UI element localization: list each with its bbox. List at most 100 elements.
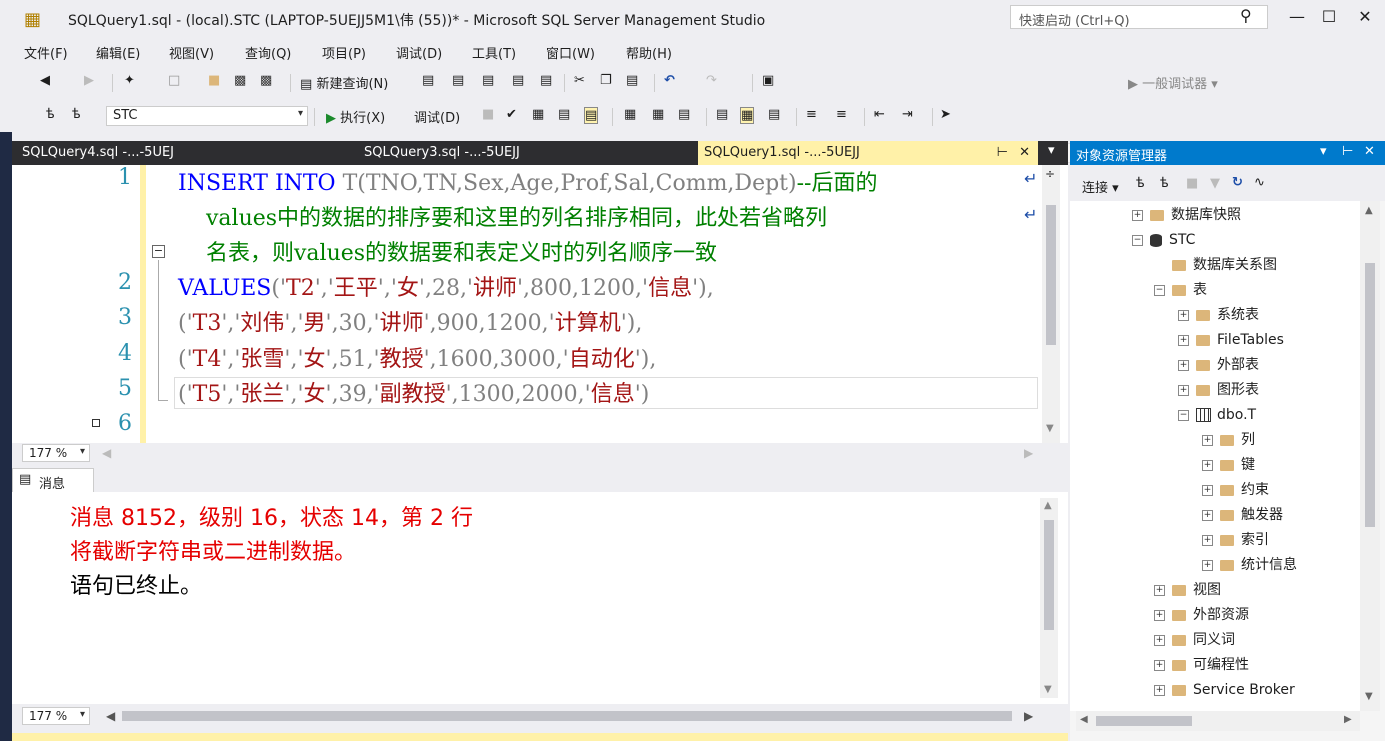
increase-indent-icon[interactable]: ⇥ bbox=[902, 107, 913, 122]
menu-help[interactable]: 帮助(H) bbox=[626, 43, 672, 62]
screenshot-icon[interactable]: ▣ bbox=[762, 73, 774, 88]
tree-node-programmability[interactable]: + 可编程性 bbox=[1154, 653, 1249, 677]
parse-check-icon[interactable]: ✔ bbox=[506, 107, 517, 122]
messages-zoom-dropdown[interactable]: 177 % ▾ bbox=[22, 707, 90, 725]
forward-icon[interactable]: ▶ bbox=[84, 73, 94, 88]
editor-zoom-dropdown[interactable]: 177 % ▾ bbox=[22, 444, 90, 462]
tree-node-views[interactable]: + 视图 bbox=[1154, 578, 1221, 602]
tree-node-stc[interactable]: − STC bbox=[1132, 228, 1195, 252]
tree-node-keys[interactable]: + 键 bbox=[1202, 453, 1255, 477]
copy-icon[interactable]: ❐ bbox=[600, 73, 612, 88]
stop-icon[interactable]: ■ bbox=[1186, 176, 1198, 191]
menu-file[interactable]: 文件(F) bbox=[24, 43, 68, 62]
minimize-button[interactable]: — bbox=[1282, 6, 1312, 30]
tab-messages[interactable]: ▤ 消息 bbox=[12, 468, 94, 492]
scroll-left-icon[interactable]: ◀ bbox=[106, 709, 115, 723]
tree-node-external-resources[interactable]: + 外部资源 bbox=[1154, 603, 1249, 627]
tree-node-tables[interactable]: − 表 bbox=[1154, 278, 1207, 302]
save-icon[interactable]: ▩ bbox=[234, 73, 246, 88]
horizontal-scroll-thumb[interactable] bbox=[122, 711, 1012, 721]
object-explorer-horizontal-scrollbar[interactable]: ◀ ▶ bbox=[1076, 711, 1360, 731]
menu-debug[interactable]: 调试(D) bbox=[396, 43, 442, 62]
results-to-file-icon[interactable]: ▤ bbox=[584, 107, 599, 124]
new-project-icon[interactable]: ✦ bbox=[124, 73, 135, 88]
connect-button[interactable]: 连接 ▾ bbox=[1082, 177, 1119, 196]
new-query-button[interactable]: ▤ 新建查询(N) bbox=[300, 73, 388, 92]
quick-launch-input[interactable]: 快速启动 (Ctrl+Q) bbox=[1010, 5, 1268, 29]
mdx-query-icon[interactable]: ▤ bbox=[422, 73, 434, 88]
collapse-icon[interactable]: − bbox=[152, 245, 165, 258]
tree-node-synonyms[interactable]: + 同义词 bbox=[1154, 628, 1235, 652]
close-icon[interactable]: ✕ bbox=[1364, 144, 1375, 159]
tab-sqlquery4[interactable]: SQLQuery4.sql -...-5UEJ bbox=[12, 141, 312, 165]
tree-node-graph-tables[interactable]: + 图形表 bbox=[1178, 378, 1259, 402]
menu-query[interactable]: 查询(Q) bbox=[245, 43, 291, 62]
search-icon[interactable]: ⚲ bbox=[1240, 6, 1252, 25]
scroll-left-icon[interactable]: ◀ bbox=[102, 446, 111, 460]
maximize-button[interactable]: ☐ bbox=[1314, 6, 1344, 30]
tree-node-db-snapshots[interactable]: + 数据库快照 bbox=[1132, 203, 1241, 227]
analysis-query-icon[interactable]: ▤ bbox=[540, 73, 552, 88]
debugger-button[interactable]: ▶ 一般调试器 ▾ bbox=[1128, 73, 1218, 92]
connect-icon[interactable]: ѣ bbox=[46, 107, 55, 122]
menu-project[interactable]: 项目(P) bbox=[322, 43, 366, 62]
scroll-down-icon[interactable]: ▼ bbox=[1046, 423, 1054, 434]
actual-plan-icon[interactable]: ▦ bbox=[624, 107, 636, 122]
scroll-thumb[interactable] bbox=[1096, 716, 1192, 726]
tree-node-statistics[interactable]: + 统计信息 bbox=[1202, 553, 1297, 577]
tree-node-external-tables[interactable]: + 外部表 bbox=[1178, 353, 1259, 377]
back-icon[interactable]: ◀ bbox=[40, 73, 50, 88]
tree-node-db-diagrams[interactable]: 数据库关系图 bbox=[1154, 253, 1277, 277]
tree-node-dbo-t[interactable]: − dbo.T bbox=[1178, 403, 1256, 427]
scroll-thumb[interactable] bbox=[1365, 263, 1375, 527]
tab-list-dropdown-icon[interactable]: ▾ bbox=[1048, 143, 1055, 158]
stop-icon[interactable]: ■ bbox=[482, 107, 494, 122]
filter-icon[interactable]: ▼ bbox=[1210, 176, 1220, 191]
results-to-file2-icon[interactable]: ▤ bbox=[768, 107, 780, 122]
pin-icon[interactable]: ⊢ bbox=[1342, 144, 1353, 159]
new-file-icon[interactable]: □ bbox=[168, 73, 180, 88]
tree-node-filetables[interactable]: + FileTables bbox=[1178, 328, 1284, 352]
scroll-thumb[interactable] bbox=[1046, 205, 1056, 345]
comment-icon[interactable]: ≡ bbox=[806, 107, 817, 122]
undo-icon[interactable]: ↶ bbox=[664, 73, 675, 88]
redo-icon[interactable]: ↷ bbox=[706, 73, 717, 88]
cut-icon[interactable]: ✂ bbox=[574, 73, 585, 88]
tree-node-indexes[interactable]: + 索引 bbox=[1202, 528, 1269, 552]
scroll-down-icon[interactable]: ▼ bbox=[1044, 684, 1052, 695]
connect-icon[interactable]: ѣ bbox=[1136, 176, 1145, 191]
tree-node-service-broker[interactable]: + Service Broker bbox=[1154, 678, 1295, 702]
query-editor[interactable]: 1 2 3 4 5 6 − INSERT INTO T(TNO,TN,Sex,A… bbox=[12, 165, 1068, 443]
breakpoint-marker[interactable] bbox=[92, 419, 100, 427]
database-dropdown[interactable]: STC ▾ bbox=[106, 106, 308, 126]
object-explorer-vertical-scrollbar[interactable]: ▲ ▼ bbox=[1360, 201, 1380, 711]
disconnect-icon[interactable]: ѣ bbox=[1160, 176, 1169, 191]
tab-sqlquery1[interactable]: SQLQuery1.sql -...-5UEJJ ⊢ ✕ bbox=[698, 141, 1038, 165]
client-stats-icon[interactable]: ▤ bbox=[678, 107, 690, 122]
dax-query-icon[interactable]: ▤ bbox=[512, 73, 524, 88]
menu-view[interactable]: 视图(V) bbox=[169, 43, 214, 62]
estimated-plan-icon[interactable]: ▦ bbox=[532, 107, 544, 122]
xmla-query-icon[interactable]: ▤ bbox=[482, 73, 494, 88]
dmx-query-icon[interactable]: ▤ bbox=[452, 73, 464, 88]
tree-node-triggers[interactable]: + 触发器 bbox=[1202, 503, 1283, 527]
messages-vertical-scrollbar[interactable]: ▲ ▼ bbox=[1040, 498, 1058, 698]
debug-button[interactable]: 调试(D) bbox=[414, 107, 460, 126]
close-icon[interactable]: ✕ bbox=[1019, 141, 1030, 165]
scroll-right-icon[interactable]: ▶ bbox=[1024, 709, 1033, 723]
scroll-thumb[interactable] bbox=[1044, 520, 1054, 630]
scroll-right-icon[interactable]: ▶ bbox=[1024, 446, 1033, 460]
tab-sqlquery3[interactable]: SQLQuery3.sql -...-5UEJJ bbox=[352, 141, 692, 165]
decrease-indent-icon[interactable]: ⇤ bbox=[874, 107, 885, 122]
results-to-text-icon[interactable]: ▤ bbox=[716, 107, 728, 122]
activity-icon[interactable]: ∿ bbox=[1254, 175, 1265, 190]
menu-edit[interactable]: 编辑(E) bbox=[96, 43, 140, 62]
uncomment-icon[interactable]: ≡ bbox=[836, 107, 847, 122]
chevron-down-icon[interactable]: ▾ bbox=[1320, 144, 1327, 159]
paste-icon[interactable]: ▤ bbox=[626, 73, 638, 88]
tree-node-columns[interactable]: + 列 bbox=[1202, 428, 1255, 452]
messages-pane[interactable]: 消息 8152，级别 16，状态 14，第 2 行 将截断字符串或二进制数据。 … bbox=[12, 492, 1068, 704]
menu-tools[interactable]: 工具(T) bbox=[472, 43, 516, 62]
tree-node-system-tables[interactable]: + 系统表 bbox=[1178, 303, 1259, 327]
split-icon[interactable]: ÷ bbox=[1045, 167, 1055, 181]
